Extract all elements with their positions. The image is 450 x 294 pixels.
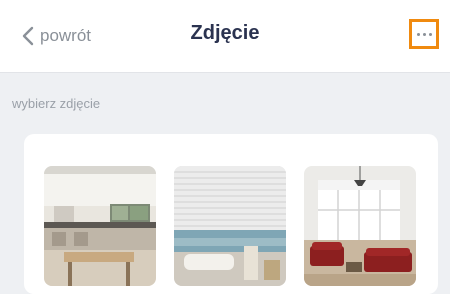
photo-living-room[interactable] [304,166,416,286]
kitchen-image [44,166,156,286]
photo-kitchen[interactable] [44,166,156,286]
back-button[interactable]: powrót [22,22,91,50]
living-room-image [304,166,416,286]
section-label: wybierz zdjęcie [12,96,101,111]
chevron-left-icon [22,26,34,46]
photo-bathroom[interactable] [174,166,286,286]
more-dots-icon [416,32,432,36]
photo-grid-card [24,134,438,294]
bathroom-image [174,166,286,286]
more-options-button[interactable] [409,19,439,49]
top-bar: powrót Zdjęcie [0,0,450,73]
back-label: powrót [40,26,92,45]
